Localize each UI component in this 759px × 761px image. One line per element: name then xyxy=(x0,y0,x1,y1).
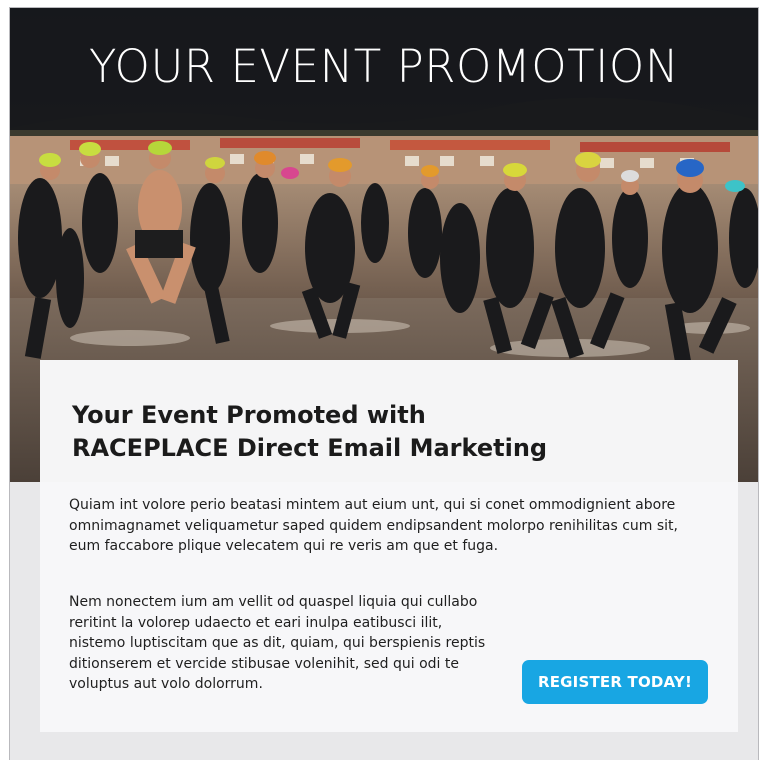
heading-line-1: Your Event Promoted with xyxy=(72,401,426,429)
hero-title: YOUR EVENT PROMOTION xyxy=(89,40,679,93)
intro-paragraph: Quiam int volore perio beatasi mintem au… xyxy=(69,497,678,554)
email-frame: YOUR EVENT PROMOTION Your Event Promoted… xyxy=(9,7,759,760)
content-card: Your Event Promoted with RACEPLACE Direc… xyxy=(40,360,738,732)
heading-line-2: RACEPLACE Direct Email Marketing xyxy=(72,434,548,462)
card-heading: Your Event Promoted with RACEPLACE Direc… xyxy=(72,399,672,465)
body-paragraph: Nem nonectem ium am vellit od quaspel li… xyxy=(69,594,486,692)
register-today-button[interactable]: REGISTER TODAY! xyxy=(522,660,708,704)
